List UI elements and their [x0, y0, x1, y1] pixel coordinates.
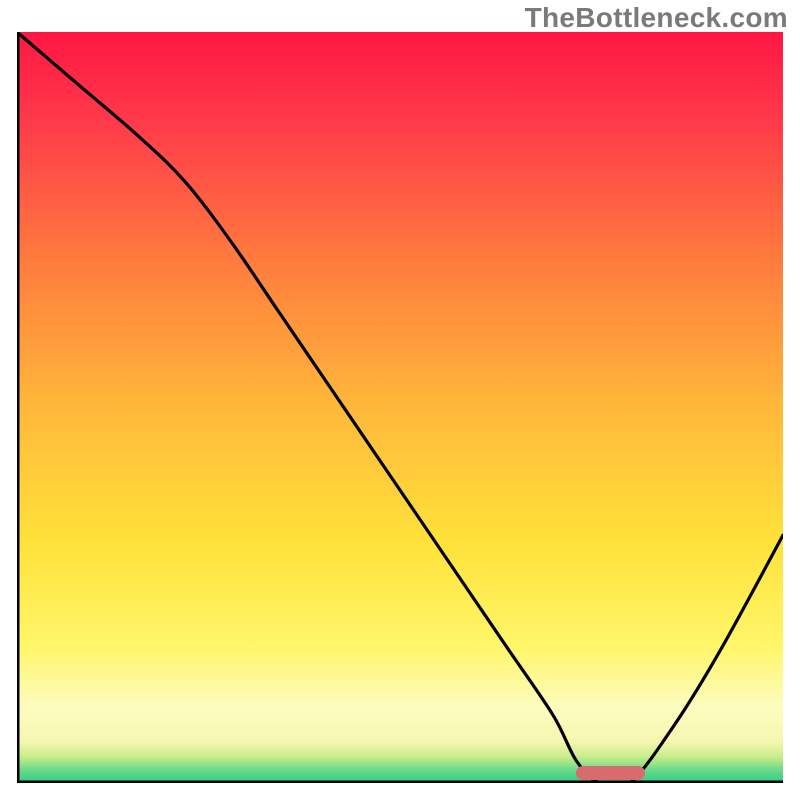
- bottleneck-curve: [17, 32, 783, 783]
- watermark-text: TheBottleneck.com: [525, 2, 788, 34]
- curve-layer: [17, 32, 783, 783]
- chart-container: TheBottleneck.com: [0, 0, 800, 800]
- plot-area: [17, 32, 783, 783]
- optimal-range-marker: [576, 766, 645, 780]
